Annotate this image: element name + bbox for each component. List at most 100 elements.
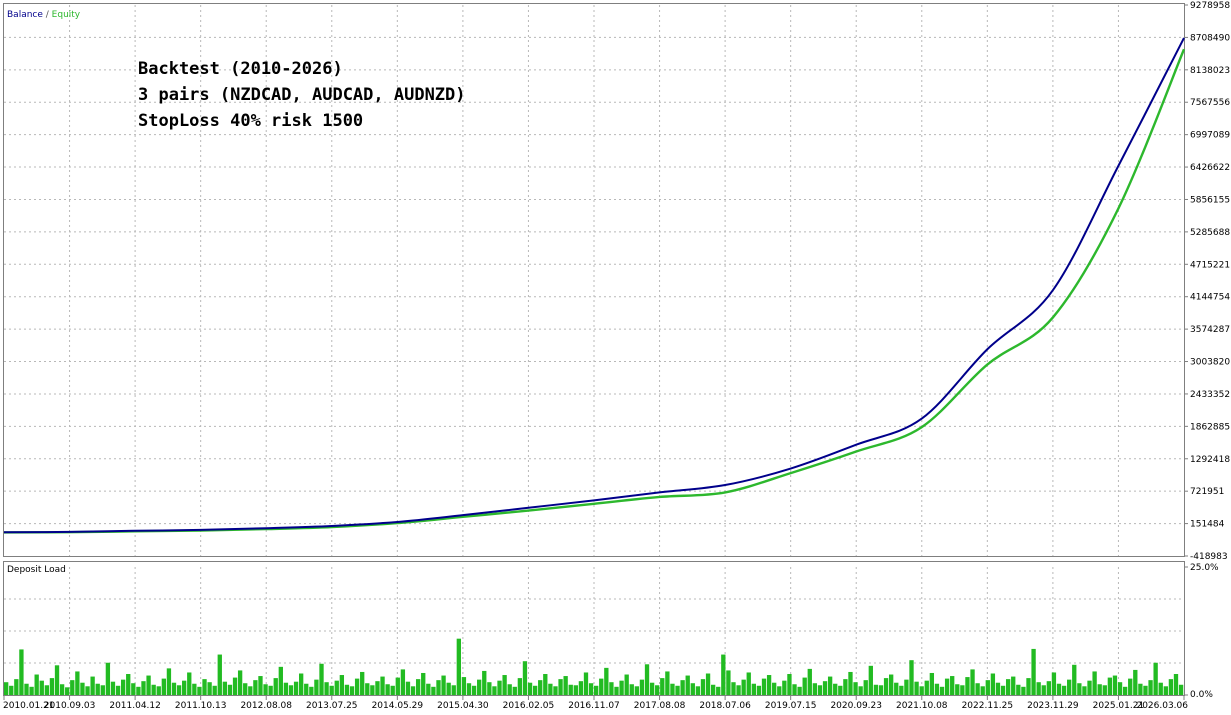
load-bar: [1026, 678, 1030, 695]
load-bar: [650, 683, 654, 695]
load-bar: [401, 669, 405, 695]
x-tick-label: 2014.05.29: [372, 701, 424, 711]
load-bar: [233, 678, 237, 695]
y-tick-label: 2433352: [1190, 390, 1230, 400]
load-bar: [818, 685, 822, 695]
load-bar: [696, 686, 700, 695]
load-bar: [1128, 679, 1132, 695]
load-bar: [584, 672, 588, 695]
load-bar: [594, 686, 598, 695]
load-bar: [940, 687, 944, 695]
load-bar: [40, 681, 44, 695]
load-bar: [75, 671, 79, 695]
load-bar: [787, 674, 791, 695]
load-bar: [319, 664, 323, 695]
load-bar: [243, 683, 247, 695]
load-bar: [263, 684, 267, 695]
load-bar: [472, 686, 476, 695]
load-bar: [1143, 686, 1147, 695]
load-bar: [497, 681, 501, 695]
load-bar: [1057, 684, 1061, 695]
load-bar: [680, 680, 684, 695]
load-bar: [126, 674, 130, 695]
load-bar: [950, 676, 954, 695]
load-bar: [1001, 686, 1005, 695]
load-bar: [604, 668, 608, 695]
load-bar: [477, 680, 481, 695]
load-bar: [1031, 649, 1035, 695]
load-bar: [569, 685, 573, 695]
load-bar: [1006, 679, 1010, 695]
load-bar: [14, 679, 18, 695]
load-bar: [1092, 671, 1096, 695]
load-bar: [864, 680, 868, 695]
y-tick-layer: 9278958870849081380237567556699708964266…: [1184, 1, 1230, 700]
load-bar: [675, 686, 679, 695]
load-bar: [1077, 683, 1081, 695]
load-bar: [253, 680, 257, 695]
load-bar: [70, 680, 74, 695]
load-bar: [213, 686, 217, 695]
load-bar: [655, 685, 659, 695]
load-bar: [848, 672, 852, 695]
load-bar: [1123, 687, 1127, 695]
load-bar: [701, 679, 705, 695]
load-bar: [523, 661, 527, 695]
load-bar: [502, 675, 506, 695]
y-tick-label: 151484: [1190, 520, 1225, 530]
load-bar: [543, 674, 547, 695]
load-bar: [965, 677, 969, 695]
load-bar: [1098, 684, 1102, 695]
load-bar: [396, 678, 400, 695]
load-bar: [136, 687, 140, 695]
load-bar: [279, 667, 283, 695]
load-bar: [920, 686, 924, 695]
load-bar: [874, 685, 878, 695]
load-bar: [238, 670, 242, 695]
load-bar: [706, 673, 710, 695]
x-tick-label: 2016.02.05: [503, 701, 555, 711]
load-bar: [930, 673, 934, 695]
load-bar: [619, 681, 623, 695]
x-tick-label: 2023.11.29: [1027, 701, 1079, 711]
load-bar: [487, 682, 491, 695]
load-bar: [324, 682, 328, 695]
load-bar: [416, 679, 420, 695]
load-bar: [909, 660, 913, 695]
load-bar: [975, 683, 979, 695]
load-bar: [167, 668, 171, 695]
load-bar: [645, 664, 649, 695]
load-bar: [508, 684, 512, 695]
load-bar: [1113, 676, 1117, 695]
load-bar: [528, 683, 532, 695]
x-tick-label: 2022.11.25: [962, 701, 1014, 711]
load-bar: [970, 669, 974, 695]
load-bar: [421, 673, 425, 695]
load-bar: [792, 684, 796, 695]
load-bar: [716, 687, 720, 695]
load-bar: [350, 686, 354, 695]
load-bar: [996, 683, 1000, 695]
y-tick-label: 1862885: [1190, 422, 1230, 432]
annotation-line-2: 3 pairs (NZDCAD, AUDCAD, AUDNZD): [138, 85, 466, 105]
load-bar: [548, 684, 552, 695]
load-bar: [823, 681, 827, 695]
y-tick-label: 6426622: [1190, 163, 1230, 173]
load-bar: [538, 680, 542, 695]
load-bar: [304, 684, 308, 695]
load-bar: [726, 670, 730, 695]
load-bar: [309, 687, 313, 695]
load-bar: [1016, 685, 1020, 695]
load-bar: [370, 685, 374, 695]
load-y-tick-label: 0.0%: [1190, 690, 1213, 700]
load-bar: [686, 676, 690, 695]
load-bar: [894, 683, 898, 695]
load-bar: [1052, 672, 1056, 695]
y-tick-label: 6997089: [1190, 131, 1230, 141]
load-bar: [1148, 680, 1152, 695]
load-bar: [1037, 682, 1041, 695]
y-tick-label: 5856155: [1190, 195, 1230, 205]
load-bar: [981, 686, 985, 695]
load-bar: [228, 685, 232, 695]
load-bar: [1103, 685, 1107, 695]
